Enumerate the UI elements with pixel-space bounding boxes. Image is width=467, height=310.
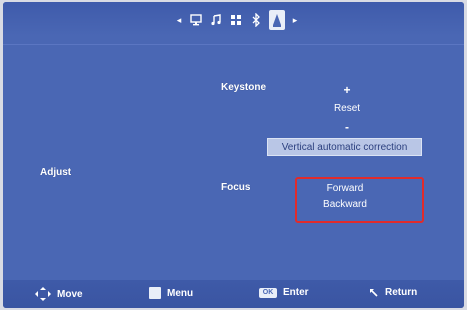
bluetooth-icon[interactable] <box>249 12 263 28</box>
move-hint-label: Move <box>57 288 83 300</box>
keystone-reset-button[interactable]: Reset <box>327 103 367 114</box>
keystone-plus-button[interactable]: + <box>337 83 357 97</box>
bottom-hint-bar: Move Menu OK Enter Return <box>3 280 464 308</box>
tab-right-arrow-icon[interactable]: ▸ <box>291 15 299 26</box>
adjust-section-label: Adjust <box>40 167 72 178</box>
move-arrows-icon <box>35 287 51 301</box>
return-arrow-icon <box>370 288 378 297</box>
top-tab-bar: ◂ ▸ <box>3 2 464 36</box>
focus-highlight-box <box>295 177 424 223</box>
move-hint: Move <box>35 287 83 301</box>
music-icon[interactable] <box>209 12 223 28</box>
enter-hint: OK Enter <box>259 287 309 298</box>
ok-key-icon: OK <box>259 287 277 298</box>
keystone-label: Keystone <box>221 82 267 93</box>
tab-left-arrow-icon[interactable]: ◂ <box>175 15 183 26</box>
grid-icon[interactable] <box>229 12 243 28</box>
projector-screen: ◂ ▸ Adjust Keystone + Reset - Vertical a… <box>3 2 464 308</box>
display-icon[interactable] <box>189 12 203 28</box>
menu-hint: Menu <box>149 287 193 299</box>
menu-key-icon <box>149 287 161 299</box>
header-divider <box>3 44 464 45</box>
return-hint-label: Return <box>385 287 418 298</box>
settings-icon[interactable] <box>269 10 285 30</box>
tab-strip: ◂ ▸ <box>175 10 299 30</box>
menu-hint-label: Menu <box>167 287 194 299</box>
vertical-auto-correction-option[interactable]: Vertical automatic correction <box>267 138 422 156</box>
focus-label: Focus <box>221 182 251 193</box>
return-hint: Return <box>369 287 417 298</box>
enter-hint-label: Enter <box>283 287 309 298</box>
keystone-minus-button[interactable]: - <box>337 120 357 134</box>
